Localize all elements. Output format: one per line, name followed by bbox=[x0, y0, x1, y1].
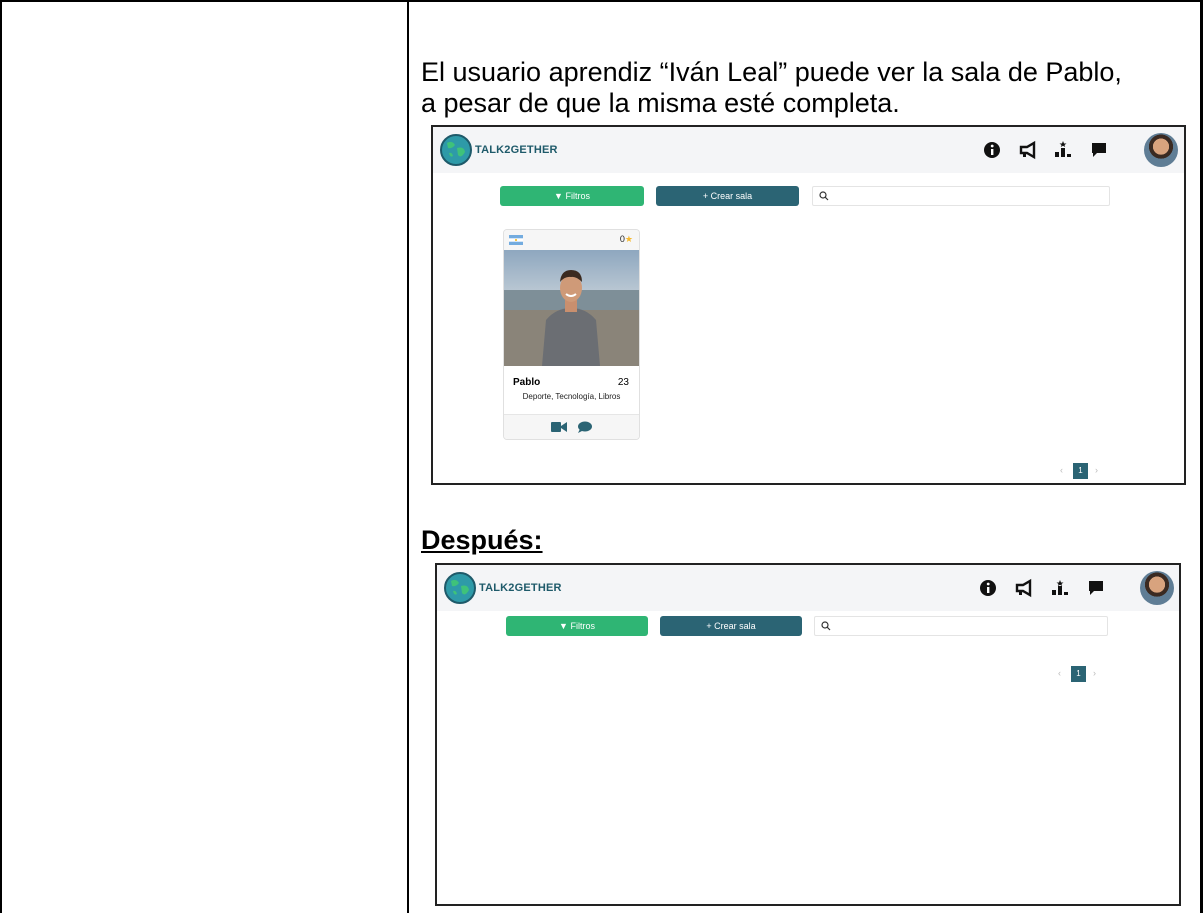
after-heading: Después: bbox=[421, 525, 543, 555]
room-owner-age: 23 bbox=[617, 377, 629, 388]
search-icon bbox=[819, 191, 829, 201]
video-icon[interactable] bbox=[551, 421, 567, 433]
pagination: ‹ 1 › bbox=[1058, 463, 1106, 479]
argentina-flag-icon bbox=[509, 235, 523, 245]
next-page-icon[interactable]: › bbox=[1095, 465, 1098, 475]
description-line-2: a pesar de que la misma esté completa. bbox=[421, 88, 900, 118]
filter-icon: ▼ bbox=[559, 621, 571, 631]
card-actions bbox=[504, 414, 639, 439]
user-avatar[interactable] bbox=[1144, 133, 1178, 167]
ranking-icon[interactable] bbox=[1049, 577, 1071, 599]
search-input[interactable] bbox=[814, 616, 1108, 636]
filter-icon: ▼ bbox=[554, 191, 566, 201]
page-1-button[interactable]: 1 bbox=[1073, 463, 1088, 479]
search-input[interactable] bbox=[812, 186, 1110, 206]
table-left-border bbox=[0, 0, 2, 913]
table-top-border bbox=[0, 0, 1203, 2]
filtros-button[interactable]: ▼ Filtros bbox=[506, 616, 648, 636]
prev-page-icon[interactable]: ‹ bbox=[1058, 668, 1061, 678]
room-interests: Deporte, Tecnología, Libros bbox=[522, 392, 621, 401]
search-icon bbox=[821, 621, 831, 631]
navbar: TALK2GETHER bbox=[433, 127, 1184, 173]
filtros-label: Filtros bbox=[570, 621, 595, 631]
globe-logo-icon[interactable] bbox=[443, 571, 477, 605]
megaphone-icon[interactable] bbox=[1017, 139, 1039, 161]
chat-icon[interactable] bbox=[1088, 139, 1110, 161]
star-icon: ★ bbox=[624, 234, 633, 244]
test-description: El usuario aprendiz “Iván Leal” puede ve… bbox=[421, 57, 1191, 119]
globe-logo-icon[interactable] bbox=[439, 133, 473, 167]
screenshot-before: TALK2GETHER ▼ Filtros + Crear sala 0★ Pa… bbox=[431, 125, 1186, 485]
navbar: TALK2GETHER bbox=[437, 565, 1179, 611]
brand-name[interactable]: TALK2GETHER bbox=[475, 144, 558, 156]
megaphone-icon[interactable] bbox=[1013, 577, 1035, 599]
screenshot-after: TALK2GETHER ▼ Filtros + Crear sala ‹ 1 › bbox=[435, 563, 1181, 906]
filtros-button[interactable]: ▼ Filtros bbox=[500, 186, 644, 206]
crear-sala-button[interactable]: + Crear sala bbox=[656, 186, 799, 206]
profile-photo bbox=[504, 250, 639, 366]
crear-sala-button[interactable]: + Crear sala bbox=[660, 616, 802, 636]
filtros-label: Filtros bbox=[565, 191, 590, 201]
description-line-1: El usuario aprendiz “Iván Leal” puede ve… bbox=[421, 57, 1122, 87]
prev-page-icon[interactable]: ‹ bbox=[1060, 465, 1063, 475]
room-rating: 0★ bbox=[620, 234, 633, 245]
brand-name[interactable]: TALK2GETHER bbox=[479, 582, 562, 594]
ranking-icon[interactable] bbox=[1052, 139, 1074, 161]
user-avatar[interactable] bbox=[1140, 571, 1174, 605]
info-icon[interactable] bbox=[977, 577, 999, 599]
table-middle-border bbox=[407, 0, 409, 913]
next-page-icon[interactable]: › bbox=[1093, 668, 1096, 678]
room-card[interactable]: 0★ Pablo 23 Deporte, Tecnología, Libros bbox=[503, 229, 640, 440]
room-owner-name: Pablo bbox=[513, 377, 541, 388]
pagination: ‹ 1 › bbox=[1056, 666, 1104, 682]
chat-bubble-icon[interactable] bbox=[577, 421, 593, 433]
page-1-button[interactable]: 1 bbox=[1071, 666, 1086, 682]
card-header: 0★ bbox=[504, 230, 639, 250]
info-icon[interactable] bbox=[981, 139, 1003, 161]
chat-icon[interactable] bbox=[1085, 577, 1107, 599]
